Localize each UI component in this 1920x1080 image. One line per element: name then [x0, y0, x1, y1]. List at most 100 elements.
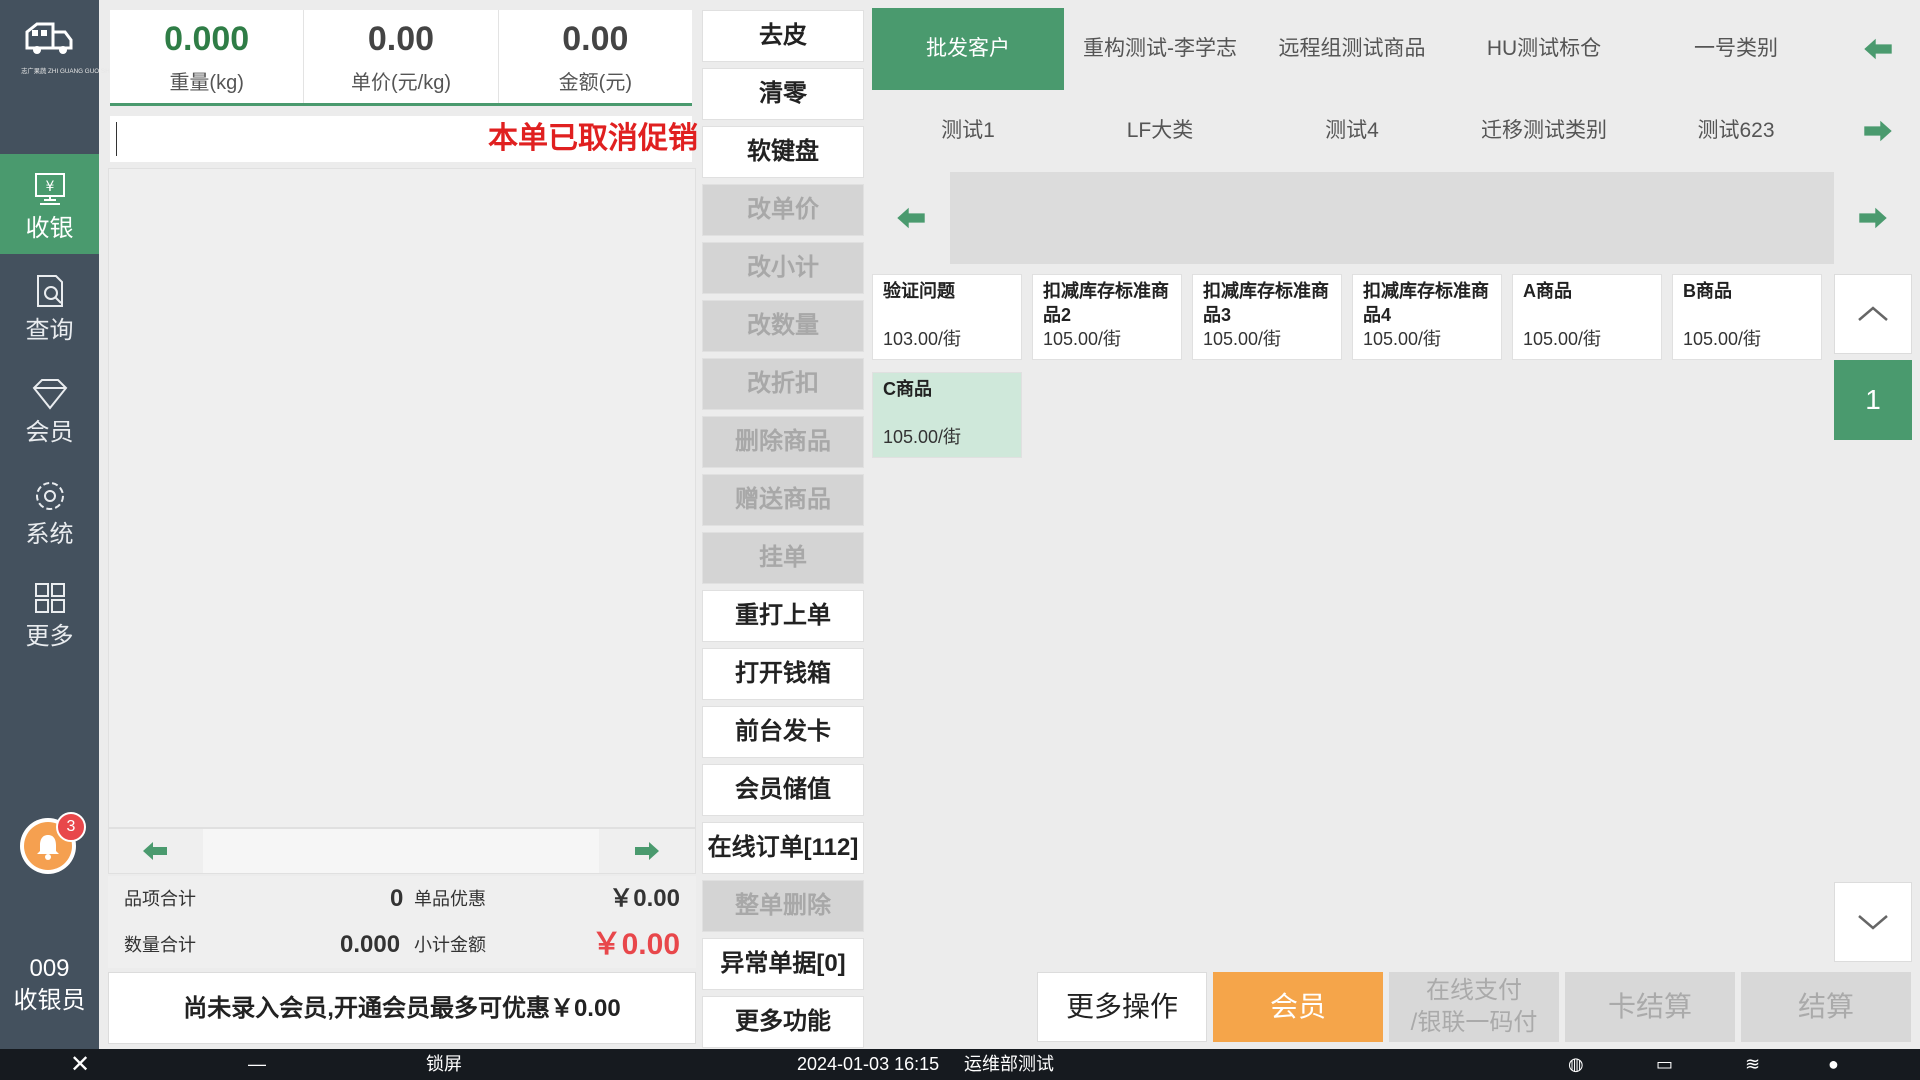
unit-price-cell: 0.00 单价(元/kg) — [304, 10, 499, 103]
card-settle-button[interactable]: 卡结算 — [1565, 972, 1735, 1042]
diamond-icon — [32, 379, 67, 410]
function-button[interactable]: 软键盘 — [702, 126, 864, 178]
function-button[interactable]: 去皮 — [702, 10, 864, 62]
discount-label: 单品优惠 — [414, 889, 486, 909]
barcode-input-row: 本单已取消促销 — [110, 116, 698, 162]
amount-cell: 0.00 金额(元) — [499, 10, 692, 103]
subcategory-prev-button[interactable] — [872, 172, 950, 264]
subcategory-next-button[interactable] — [1834, 172, 1912, 264]
nav-member[interactable]: 会员 — [0, 358, 99, 458]
product-card[interactable]: A商品 105.00/街 — [1512, 274, 1662, 360]
nav-cashier-label: 收银 — [25, 215, 74, 242]
cart-scrollbar[interactable] — [108, 828, 696, 874]
nav-member-label: 会员 — [25, 419, 74, 446]
function-button[interactable]: 更多功能 — [702, 996, 864, 1048]
category-tab[interactable]: LF大类 — [1064, 90, 1256, 172]
notification-button[interactable]: 3 — [20, 812, 86, 874]
cashier-number: 009 — [29, 955, 70, 982]
function-button[interactable]: 改小计 — [702, 242, 864, 294]
status-dot-icon: ● — [1828, 1054, 1839, 1074]
more-operations-button[interactable]: 更多操作 — [1037, 972, 1207, 1042]
close-icon[interactable]: ✕ — [70, 1049, 90, 1080]
product-card[interactable]: B商品 105.00/街 — [1672, 274, 1822, 360]
lock-screen-button[interactable]: 锁屏 — [426, 1049, 462, 1080]
subcategory-row — [872, 172, 1912, 264]
promo-cancelled-notice: 本单已取消促销 — [488, 122, 698, 155]
nav-query[interactable]: 查询 — [0, 256, 99, 356]
function-button[interactable]: 会员储值 — [702, 764, 864, 816]
category-tab[interactable]: 重构测试-李学志 — [1064, 8, 1256, 90]
category-tab[interactable]: HU测试标仓 — [1448, 8, 1640, 90]
function-button[interactable]: 异常单据[0] — [702, 938, 864, 990]
nav-system-label: 系统 — [25, 521, 74, 548]
nav-system[interactable]: 系统 — [0, 460, 99, 560]
minimize-icon[interactable]: — — [248, 1049, 266, 1080]
online-pay-button[interactable]: 在线支付 /银联一码付 — [1389, 972, 1559, 1042]
function-button[interactable]: 前台发卡 — [702, 706, 864, 758]
product-card[interactable]: 扣减库存标准商品4 105.00/街 — [1352, 274, 1502, 360]
product-price: 105.00/街 — [1363, 329, 1442, 349]
function-button[interactable]: 打开钱箱 — [702, 648, 864, 700]
product-name: 扣减库存标准商品4 — [1363, 281, 1489, 325]
nav-query-label: 查询 — [25, 317, 74, 344]
member-promo-banner[interactable]: 尚未录入会员,开通会员最多可优惠￥0.00 — [108, 972, 696, 1044]
cart-list[interactable] — [108, 168, 696, 828]
subtotal-label: 小计金额 — [414, 935, 486, 955]
globe-icon[interactable]: ◍ — [1568, 1049, 1584, 1080]
wifi-icon: ≋ — [1745, 1054, 1761, 1074]
product-card[interactable]: 扣减库存标准商品2 105.00/街 — [1032, 274, 1182, 360]
product-price: 105.00/街 — [1203, 329, 1282, 349]
monitor-icon[interactable]: ▭ — [1656, 1049, 1673, 1080]
category-tab[interactable]: 批发客户 — [872, 8, 1064, 90]
product-name: A商品 — [1523, 281, 1572, 301]
items-total-value: 0 — [390, 885, 404, 912]
function-button[interactable]: 清零 — [702, 68, 864, 120]
category-tab[interactable]: 测试1 — [872, 90, 1064, 172]
category-tab[interactable]: 远程组测试商品 — [1256, 8, 1448, 90]
function-button[interactable]: 在线订单[112] — [702, 822, 864, 874]
nav-more-label: 更多 — [25, 623, 74, 650]
function-button[interactable]: 挂单 — [702, 532, 864, 584]
category-tab[interactable]: 测试4 — [1256, 90, 1448, 172]
function-button[interactable]: 改折扣 — [702, 358, 864, 410]
grid-icon — [34, 583, 65, 613]
category-next-button[interactable] — [1848, 90, 1908, 172]
product-price: 105.00/街 — [1683, 329, 1762, 349]
function-button[interactable]: 赠送商品 — [702, 474, 864, 526]
scroll-thumb[interactable] — [203, 829, 599, 873]
function-button[interactable]: 删除商品 — [702, 416, 864, 468]
page-down-button[interactable] — [1834, 882, 1912, 962]
nav-more[interactable]: 更多 — [0, 562, 99, 662]
taskbar-store: 运维部测试 — [964, 1054, 1054, 1074]
scroll-right-icon[interactable] — [633, 839, 661, 863]
scroll-left-icon[interactable] — [141, 839, 169, 863]
nav-cashier[interactable]: ¥ 收银 — [0, 154, 99, 254]
category-tab[interactable]: 测试623 — [1640, 90, 1832, 172]
page-up-button[interactable] — [1834, 274, 1912, 354]
product-card[interactable]: 验证问题 103.00/街 — [872, 274, 1022, 360]
online-pay-label-1: 在线支付 — [1426, 977, 1522, 1004]
qty-total-label: 数量合计 — [124, 935, 196, 955]
taskbar: ✕ — 锁屏 2024-01-03 16:15 运维部测试 ◍ ▭ ≋ ● — [0, 1049, 1920, 1080]
function-button[interactable]: 改数量 — [702, 300, 864, 352]
product-card[interactable]: 扣减库存标准商品3 105.00/街 — [1192, 274, 1342, 360]
function-button[interactable]: 整单删除 — [702, 880, 864, 932]
notification-badge: 3 — [56, 812, 86, 842]
function-button[interactable]: 重打上单 — [702, 590, 864, 642]
category-prev-button[interactable] — [1848, 8, 1908, 90]
product-card[interactable]: C商品 105.00/街 — [872, 372, 1022, 458]
function-button[interactable]: 改单价 — [702, 184, 864, 236]
member-button[interactable]: 会员 — [1213, 972, 1383, 1042]
product-price: 105.00/街 — [883, 427, 962, 447]
chevron-down-icon — [1858, 915, 1888, 930]
product-price: 103.00/街 — [883, 329, 962, 349]
category-tab[interactable]: 迁移测试类别 — [1448, 90, 1640, 172]
totals-row-2: 数量合计 0.000 小计金额 ￥0.00 — [116, 922, 696, 968]
brand-logo: 志广果蔬 ZHI GUANG GUO SHU — [18, 18, 114, 80]
unit-price-value: 0.00 — [367, 20, 435, 58]
category-tab[interactable]: 一号类别 — [1640, 8, 1832, 90]
barcode-input[interactable] — [116, 122, 416, 156]
cashier-icon: ¥ — [34, 173, 65, 205]
settle-button[interactable]: 结算 — [1741, 972, 1911, 1042]
search-doc-icon — [36, 275, 63, 307]
